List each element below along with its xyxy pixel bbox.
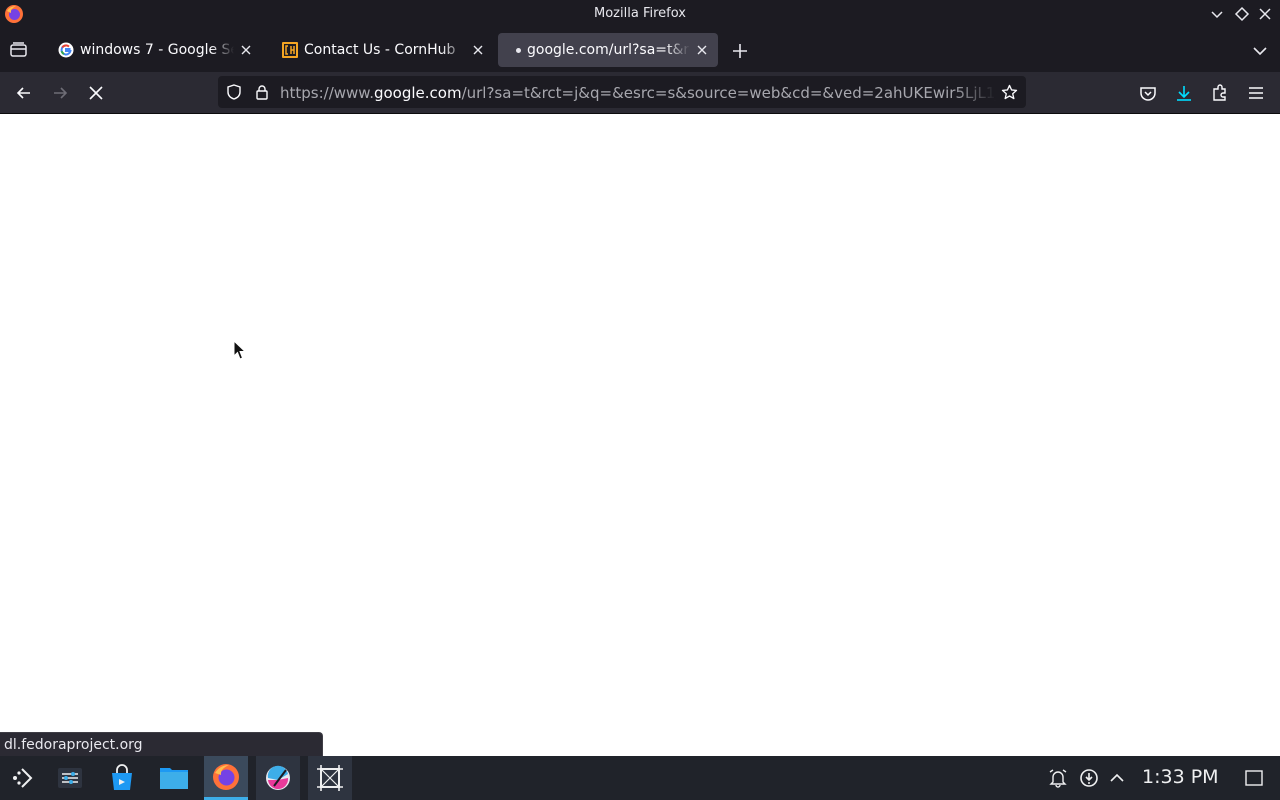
new-tab-icon[interactable] bbox=[731, 42, 749, 60]
taskbar-krita[interactable] bbox=[256, 756, 300, 800]
stop-loading-icon[interactable] bbox=[86, 83, 106, 103]
mouse-cursor-icon bbox=[233, 340, 246, 360]
taskbar-discover[interactable] bbox=[100, 756, 144, 800]
settings-icon bbox=[58, 768, 82, 788]
extensions-icon[interactable] bbox=[1210, 83, 1230, 103]
page-content[interactable] bbox=[0, 114, 1280, 756]
krita-icon bbox=[266, 765, 290, 790]
notifications-icon[interactable] bbox=[1048, 768, 1068, 788]
tab-strip: windows 7 - Google Search Contact Us - C… bbox=[0, 28, 1280, 72]
minimize-icon[interactable] bbox=[1209, 6, 1225, 22]
link-status-panel: dl.fedoraproject.org bbox=[0, 732, 323, 756]
downloads-icon[interactable] bbox=[1174, 83, 1194, 103]
tab-google-search[interactable]: windows 7 - Google Search bbox=[48, 33, 262, 67]
url-host: google.com bbox=[373, 84, 462, 102]
taskbar: 1:33 PM bbox=[0, 756, 1280, 800]
window-titlebar: Mozilla Firefox bbox=[0, 0, 1280, 28]
application-launcher-icon bbox=[13, 768, 33, 788]
back-icon[interactable] bbox=[14, 83, 34, 103]
close-window-icon[interactable] bbox=[1257, 6, 1273, 22]
cornhub-favicon bbox=[282, 42, 298, 58]
close-tab-icon[interactable] bbox=[238, 42, 254, 58]
file-manager-icon bbox=[160, 768, 188, 789]
tab-label: windows 7 - Google Search bbox=[80, 42, 234, 58]
url-text[interactable]: https://www.google.com/url?sa=t&rct=j&q=… bbox=[280, 84, 996, 102]
taskbar-file-manager[interactable] bbox=[152, 756, 196, 800]
hamburger-menu-icon[interactable] bbox=[1246, 83, 1266, 103]
tab-google-redirect[interactable]: google.com/url?sa=t&rct=j&q=&esrc=s bbox=[498, 33, 718, 67]
tab-label: Contact Us - CornHub bbox=[304, 42, 456, 58]
firefox-view-icon[interactable] bbox=[8, 40, 30, 60]
loading-dot-icon bbox=[516, 47, 521, 53]
firefox-icon bbox=[213, 763, 239, 790]
close-tab-icon[interactable] bbox=[694, 42, 710, 58]
system-update-icon[interactable] bbox=[1079, 768, 1099, 788]
close-tab-icon[interactable] bbox=[470, 42, 486, 58]
url-path: /url?sa=t&rct=j&q=&esrc=s&source=web&cd=… bbox=[461, 84, 996, 102]
tab-label: google.com/url?sa=t&rct=j&q=&esrc=s bbox=[527, 42, 690, 58]
forward-icon[interactable] bbox=[50, 83, 70, 103]
navigation-toolbar: https://www.google.com/url?sa=t&rct=j&q=… bbox=[0, 72, 1280, 114]
discover-store-icon bbox=[112, 764, 132, 790]
clock[interactable]: 1:33 PM bbox=[1142, 766, 1219, 788]
show-hidden-icons-chevron-up-icon[interactable] bbox=[1107, 768, 1127, 788]
tracking-protection-shield-icon[interactable] bbox=[226, 84, 242, 100]
maximize-icon[interactable] bbox=[1234, 6, 1250, 22]
window-title: Mozilla Firefox bbox=[594, 6, 686, 21]
url-bar[interactable]: https://www.google.com/url?sa=t&rct=j&q=… bbox=[218, 76, 1026, 108]
lock-icon[interactable] bbox=[254, 84, 270, 100]
pocket-icon[interactable] bbox=[1138, 83, 1158, 103]
list-all-tabs-icon[interactable] bbox=[1251, 42, 1269, 60]
taskbar-settings[interactable] bbox=[48, 756, 92, 800]
url-prefix: https://www. bbox=[280, 84, 374, 102]
bookmark-star-icon[interactable] bbox=[1001, 84, 1018, 101]
google-favicon bbox=[58, 42, 74, 58]
taskbar-screenshot-tool[interactable] bbox=[308, 756, 352, 800]
application-launcher-button[interactable] bbox=[0, 756, 44, 800]
screenshot-tool-icon bbox=[317, 765, 343, 791]
tab-contact-us[interactable]: Contact Us - CornHub bbox=[272, 33, 494, 67]
show-desktop-icon[interactable] bbox=[1244, 768, 1264, 788]
taskbar-firefox[interactable] bbox=[204, 756, 248, 800]
